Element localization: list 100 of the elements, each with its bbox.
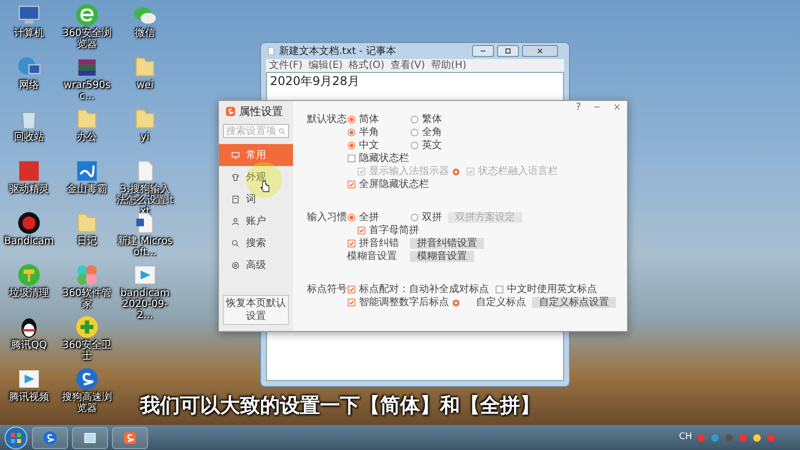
option-label: 半角 xyxy=(359,126,379,139)
icon-label: yi xyxy=(140,132,150,143)
field-label: 自定义标点 xyxy=(476,296,526,309)
settings-button[interactable]: 自定义标点设置 xyxy=(532,297,616,308)
settings-icon xyxy=(231,260,240,270)
plus-shield-icon[interactable] xyxy=(74,314,100,340)
option-label: 显示输入法指示器 xyxy=(369,165,449,178)
record-icon[interactable] xyxy=(16,210,42,236)
user-icon xyxy=(231,216,240,226)
monitor-icon xyxy=(231,150,240,160)
icon-label: 腾讯视频 xyxy=(8,392,50,403)
icon-label: 回收站 xyxy=(13,132,45,143)
s-logo-icon xyxy=(122,430,138,446)
square-icon xyxy=(503,46,513,56)
option-label: 全拼 xyxy=(359,211,379,224)
sidebar-item[interactable]: 外观 xyxy=(219,166,293,188)
icon-label: 驱动精灵 xyxy=(8,184,50,195)
sidebar-item[interactable]: 账户 xyxy=(219,210,293,232)
option-label: 简体 xyxy=(359,113,379,126)
sidebar-item[interactable]: 搜索 xyxy=(219,232,293,254)
radio-button[interactable] xyxy=(347,115,356,124)
radio-button[interactable] xyxy=(410,115,419,124)
sidebar-item[interactable]: 词 xyxy=(219,188,293,210)
icon-label: 搜狗高速浏览器 xyxy=(61,392,113,414)
icon-label: 日记 xyxy=(76,236,98,247)
dialog-title: 属性设置 xyxy=(239,105,283,118)
option-label: 拼音纠错 xyxy=(359,237,399,250)
menu-item[interactable]: 格式(O) xyxy=(348,59,384,72)
option-label: 首字母简拼 xyxy=(369,224,419,237)
option-label: 英文 xyxy=(422,139,442,152)
checkbox[interactable] xyxy=(347,239,356,248)
s-logo-icon[interactable] xyxy=(74,366,100,392)
maximize-button[interactable] xyxy=(497,45,519,57)
icon-label: 360软件管家 xyxy=(61,288,113,310)
start-orb-icon[interactable] xyxy=(4,426,28,450)
checkbox[interactable] xyxy=(357,226,366,235)
language-indicator[interactable]: CH xyxy=(678,431,692,444)
icon-label: wei xyxy=(135,80,155,91)
icon-label: 办公 xyxy=(76,132,98,143)
option-label: 智能调整数字后标点 xyxy=(359,296,449,309)
icon-label: 新建 Microsoft... xyxy=(116,236,174,258)
option-label: 全屏隐藏状态栏 xyxy=(359,178,429,191)
help-button[interactable]: ? xyxy=(576,101,581,114)
s-logo-icon xyxy=(225,106,236,117)
radio-button[interactable] xyxy=(347,213,356,222)
radio-button[interactable] xyxy=(410,141,419,150)
option-label: 繁体 xyxy=(422,113,442,126)
icon-label: 360安全卫士 xyxy=(61,340,113,362)
close-button[interactable] xyxy=(522,45,558,57)
sidebar-item[interactable]: 高级 xyxy=(219,254,293,276)
icon-label: 计算机 xyxy=(13,28,45,39)
section-heading: 默认状态 xyxy=(307,113,347,127)
menu-item[interactable]: 编辑(E) xyxy=(308,59,343,72)
settings-button[interactable]: 拼音纠错设置 xyxy=(410,238,484,249)
option-label: 隐藏状态栏 xyxy=(359,152,409,165)
icon-label: 腾讯QQ xyxy=(10,340,48,351)
taskbar-button[interactable] xyxy=(112,426,148,448)
option-label: 中文时使用英文标点 xyxy=(507,283,597,296)
field-label: 模糊音设置 xyxy=(347,250,398,263)
broom-icon[interactable] xyxy=(16,262,42,288)
menu-item[interactable]: 帮助(H) xyxy=(431,59,466,72)
video-caption: 我们可以大致的设置一下【简体】和【全拼】 xyxy=(140,393,540,417)
icon-label: bandicam 2020-09-2... xyxy=(119,288,171,321)
taskbar-button[interactable] xyxy=(32,426,68,448)
settings-button[interactable]: 模糊音设置 xyxy=(410,251,474,262)
search-icon xyxy=(278,126,286,136)
shirt-icon xyxy=(231,172,240,182)
icon-label: 网络 xyxy=(18,80,40,91)
taskbar-button[interactable] xyxy=(72,426,108,448)
book-icon xyxy=(231,194,240,204)
option-label: 中文 xyxy=(359,139,379,152)
option-label: 状态栏融入语言栏 xyxy=(478,165,558,178)
section-heading: 标点符号 xyxy=(307,283,347,297)
menu-item[interactable]: 查看(V) xyxy=(390,59,426,72)
checkbox[interactable] xyxy=(347,298,356,307)
icon-label: Bandicam xyxy=(3,236,55,247)
checkbox[interactable] xyxy=(347,180,356,189)
option-label: 全角 xyxy=(422,126,442,139)
checkbox[interactable] xyxy=(347,154,356,163)
reset-button[interactable]: 恢复本页默认设置 xyxy=(223,295,289,325)
menu-item[interactable]: 文件(F) xyxy=(269,59,303,72)
s-logo-icon xyxy=(42,430,58,446)
icon-label: wrar590sc... xyxy=(62,80,112,102)
icon-label: 微信 xyxy=(134,28,156,39)
option-label: 标点配对：自动补全成对标点 xyxy=(359,283,489,296)
section-heading: 输入习惯 xyxy=(307,211,347,225)
checkbox[interactable] xyxy=(347,285,356,294)
checkbox[interactable] xyxy=(495,285,504,294)
radio-button[interactable] xyxy=(410,213,419,222)
icon-label: 360安全浏览器 xyxy=(61,28,113,50)
icon-label: 垃圾清理 xyxy=(8,288,50,299)
close-icon xyxy=(535,46,545,56)
browser-icon[interactable] xyxy=(74,2,100,28)
document-icon xyxy=(266,46,276,56)
radio-button[interactable] xyxy=(410,128,419,137)
search-field[interactable]: 搜索设置项 xyxy=(223,124,289,138)
icon-label: 金山毒霸 xyxy=(66,184,108,195)
radio-button[interactable] xyxy=(347,141,356,150)
search-icon xyxy=(231,238,240,248)
radio-button[interactable] xyxy=(347,128,356,137)
